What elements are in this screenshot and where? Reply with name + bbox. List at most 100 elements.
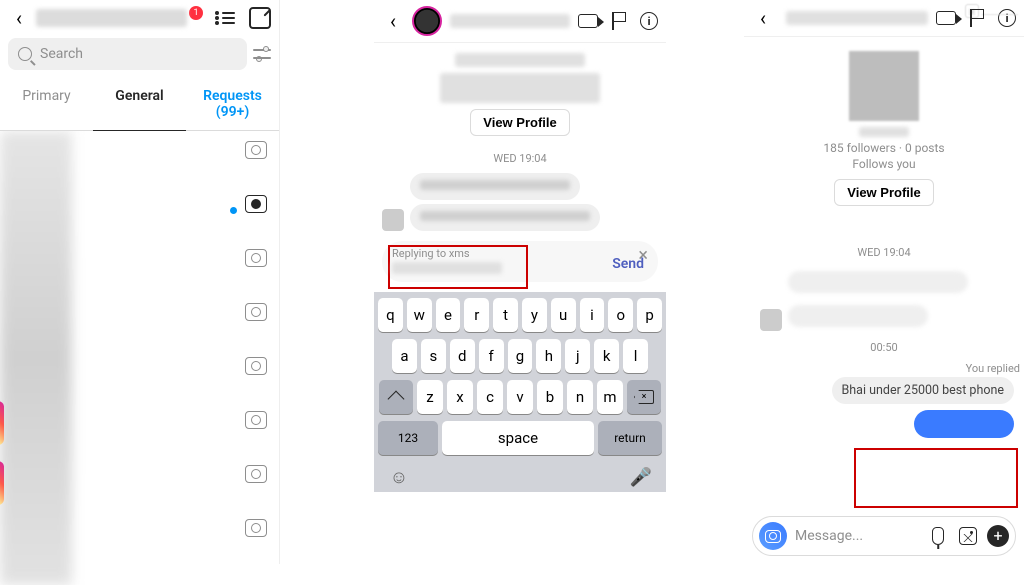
- conversation-items-blurred[interactable]: [0, 131, 72, 585]
- reply-composer[interactable]: Replying to xms × Send: [382, 241, 658, 282]
- camera-icon[interactable]: [245, 465, 267, 483]
- message-timestamp: WED 19:04: [744, 246, 1024, 259]
- camera-button[interactable]: [759, 522, 787, 550]
- sender-avatar[interactable]: [760, 309, 782, 331]
- view-profile-button[interactable]: View Profile: [834, 179, 933, 206]
- conversation-list[interactable]: [0, 131, 279, 585]
- key-k[interactable]: k: [594, 339, 619, 373]
- message-composer[interactable]: Message... +: [752, 516, 1016, 556]
- key-s[interactable]: s: [421, 339, 446, 373]
- key-v[interactable]: v: [507, 380, 533, 414]
- replying-to-label: Replying to xms: [392, 247, 502, 260]
- key-l[interactable]: l: [623, 339, 648, 373]
- key-u[interactable]: u: [551, 298, 576, 332]
- outgoing-message[interactable]: [914, 410, 1014, 438]
- backspace-key[interactable]: ×: [627, 380, 661, 414]
- back-button[interactable]: ‹: [382, 9, 404, 33]
- view-profile-button[interactable]: View Profile: [470, 109, 569, 136]
- story-ring-icon: [0, 401, 4, 445]
- camera-icon[interactable]: [245, 195, 267, 213]
- key-f[interactable]: f: [479, 339, 504, 373]
- incoming-message[interactable]: [410, 204, 600, 231]
- key-h[interactable]: h: [536, 339, 561, 373]
- key-n[interactable]: n: [567, 380, 593, 414]
- profile-stats: 185 followers · 0 posts: [744, 141, 1024, 155]
- camera-icon[interactable]: [245, 141, 267, 159]
- add-button[interactable]: +: [987, 525, 1009, 547]
- filter-icon[interactable]: [253, 47, 271, 61]
- numbers-key[interactable]: 123: [378, 421, 438, 455]
- key-i[interactable]: i: [580, 298, 605, 332]
- key-b[interactable]: b: [537, 380, 563, 414]
- key-c[interactable]: c: [477, 380, 503, 414]
- key-a[interactable]: a: [392, 339, 417, 373]
- dictation-icon[interactable]: 🎤: [630, 466, 652, 488]
- video-call-icon[interactable]: [936, 11, 956, 25]
- space-key[interactable]: space: [442, 421, 594, 455]
- camera-icon[interactable]: [245, 357, 267, 375]
- key-w[interactable]: w: [407, 298, 432, 332]
- key-d[interactable]: d: [450, 339, 475, 373]
- video-call-icon[interactable]: [578, 14, 598, 28]
- you-replied-label: You replied: [748, 362, 1020, 375]
- shift-key[interactable]: [379, 380, 413, 414]
- profile-name-blurred: [859, 127, 909, 137]
- message-timestamp: WED 19:04: [374, 152, 666, 165]
- key-t[interactable]: t: [493, 298, 518, 332]
- unread-dot-icon: [230, 207, 237, 214]
- gallery-icon[interactable]: [957, 525, 979, 547]
- reply-snippet: [392, 262, 502, 274]
- profile-avatar[interactable]: [849, 51, 919, 121]
- key-x[interactable]: x: [447, 380, 473, 414]
- send-button[interactable]: Send: [612, 256, 644, 272]
- tab-primary[interactable]: Primary: [0, 78, 93, 131]
- message-input-placeholder[interactable]: Message...: [795, 528, 919, 544]
- back-button[interactable]: ‹: [752, 6, 774, 30]
- voice-message-icon[interactable]: [927, 525, 949, 547]
- key-p[interactable]: p: [637, 298, 662, 332]
- compose-icon[interactable]: [249, 7, 271, 29]
- flag-icon[interactable]: [970, 9, 984, 27]
- camera-icon[interactable]: [245, 411, 267, 429]
- emoji-key-icon[interactable]: ☺: [388, 466, 410, 488]
- key-j[interactable]: j: [565, 339, 590, 373]
- back-button[interactable]: ‹: [8, 6, 30, 30]
- key-z[interactable]: z: [417, 380, 443, 414]
- flag-icon[interactable]: [612, 12, 626, 30]
- key-g[interactable]: g: [508, 339, 533, 373]
- camera-icon[interactable]: [245, 519, 267, 537]
- chat-username[interactable]: [450, 14, 570, 28]
- chat-panel-replied: ▣________ ‹ i 185 followers · 0 posts Fo…: [744, 0, 1024, 564]
- info-icon[interactable]: i: [640, 12, 658, 30]
- sender-avatar[interactable]: [382, 209, 404, 231]
- camera-icon[interactable]: [245, 303, 267, 321]
- key-y[interactable]: y: [522, 298, 547, 332]
- key-m[interactable]: m: [597, 380, 623, 414]
- tab-requests[interactable]: Requests (99+): [186, 78, 279, 131]
- message-filters-icon[interactable]: [215, 8, 235, 28]
- return-key[interactable]: return: [598, 421, 662, 455]
- chat-panel-reply: ‹ i View Profile WED 19:04 Replying to x…: [374, 0, 666, 564]
- key-e[interactable]: e: [436, 298, 461, 332]
- search-placeholder: Search: [40, 46, 83, 62]
- story-ring-icon: [0, 461, 4, 505]
- unread-badge: 1: [189, 6, 203, 20]
- account-selector[interactable]: [36, 9, 187, 27]
- highlight-annotation: [854, 448, 1018, 508]
- search-input[interactable]: Search: [8, 38, 247, 70]
- ios-keyboard[interactable]: qwertyuiop asdfghjkl zxcvbnm × 123 space…: [374, 292, 666, 492]
- chat-avatar[interactable]: [412, 6, 442, 36]
- key-r[interactable]: r: [464, 298, 489, 332]
- camera-icon[interactable]: [245, 249, 267, 267]
- inbox-panel: ‹ 1 Search Primary General Requests (99+…: [0, 0, 280, 564]
- tab-general[interactable]: General: [93, 78, 186, 131]
- chat-username[interactable]: [786, 11, 928, 25]
- incoming-message[interactable]: [788, 305, 928, 327]
- key-o[interactable]: o: [608, 298, 633, 332]
- profile-info-blurred: [440, 73, 600, 103]
- quoted-message[interactable]: Bhai under 25000 best phone: [832, 377, 1015, 404]
- incoming-message[interactable]: [788, 271, 968, 293]
- profile-name-blurred: [455, 53, 585, 67]
- incoming-message[interactable]: [410, 173, 580, 200]
- key-q[interactable]: q: [378, 298, 403, 332]
